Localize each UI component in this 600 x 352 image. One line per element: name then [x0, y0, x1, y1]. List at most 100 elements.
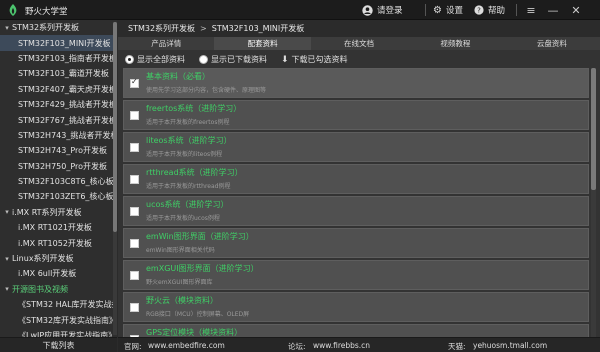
help-button[interactable]: ? 帮助	[474, 3, 505, 17]
forum-link[interactable]: www.firebbs.cn	[313, 341, 370, 350]
resource-card[interactable]: ucos系统（进阶学习） 适用于本开发板的ucos例程	[123, 196, 589, 226]
sidebar-item[interactable]: STM32H743_Pro开发板	[0, 143, 117, 158]
login-button[interactable]: 请登录	[362, 3, 403, 17]
tab-bar: 产品详情 配套资料 在线文档 视频教程 云盘资料	[118, 37, 600, 50]
gear-icon: ⚙	[433, 4, 442, 16]
sidebar-item-label: STM32F103_MINI开发板	[18, 38, 111, 48]
sidebar-item-label: 《STM32 HAL库开发实战指南》	[18, 300, 117, 310]
breadcrumb-separator: >	[200, 24, 207, 33]
sidebar-item[interactable]: ▾ STM32系列开发板	[0, 20, 117, 35]
show-downloaded-radio[interactable]: 显示已下载资料	[199, 54, 267, 65]
status-bar: 官网: www.embedfire.com 论坛: www.firebbs.cn…	[118, 337, 600, 352]
sidebar-item[interactable]: i.MX RT1052开发板	[0, 235, 117, 250]
chevron-down-icon[interactable]: ▾	[2, 255, 12, 263]
tab[interactable]: 云盘资料	[504, 37, 600, 50]
sidebar-item-label: STM32F767_挑战者开发板	[18, 115, 117, 125]
resource-description: RGB接口（MCU）控制屏幕、OLED屏	[146, 311, 250, 318]
resource-checkbox[interactable]	[130, 111, 139, 120]
tab[interactable]: 视频教程	[407, 37, 503, 50]
resource-title: GPS定位模块（模块资料）	[146, 328, 243, 337]
resource-title: emWin图形界面（进阶学习）	[146, 232, 254, 241]
sidebar-item[interactable]: i.MX 6ull开发板	[0, 266, 117, 281]
resource-card[interactable]: GPS定位模块（模块资料）	[123, 324, 589, 337]
radio-selected-icon	[125, 55, 134, 64]
resource-checkbox[interactable]	[130, 207, 139, 216]
resource-card[interactable]: liteos系统（进阶学习） 适用于本开发板的liteos例程	[123, 132, 589, 162]
sidebar-item-label: STM32F429_挑战者开发板	[18, 100, 117, 110]
resource-checkbox[interactable]	[130, 77, 139, 88]
sidebar-item-label: STM32H750_Pro开发板	[18, 161, 108, 171]
sidebar-item-label: STM32F103_霸道开发板	[18, 69, 109, 79]
sidebar-tree: ▾ STM32系列开发板 STM32F103_MINI开发板 STM32F103_指南…	[0, 20, 117, 337]
sidebar-item-label: STM32H743_Pro开发板	[18, 146, 108, 156]
resource-card[interactable]: emXGUI图形界面（进阶学习） 野火emXGUI图形界面库	[123, 260, 589, 290]
sidebar-item-label: STM32F103_指南者开发板	[18, 53, 117, 63]
sidebar-item[interactable]: STM32F103_霸道开发板	[0, 66, 117, 81]
menu-icon[interactable]: ≡	[523, 2, 539, 18]
resource-checkbox[interactable]	[130, 303, 139, 312]
tmall-label: 天猫:	[448, 342, 466, 351]
sidebar-item[interactable]: i.MX RT1021开发板	[0, 220, 117, 235]
resource-card[interactable]: freertos系统（进阶学习） 适用于本开发板的freertos例程	[123, 100, 589, 130]
sidebar-item[interactable]: 《LwIP应用开发实战指南》	[0, 328, 117, 337]
radio-icon	[199, 55, 208, 64]
resource-description: 使用先学习这部分内容，包含硬件、原理图等	[146, 87, 267, 94]
resource-checkbox[interactable]	[130, 143, 139, 152]
resource-card[interactable]: rtthread系统（进阶学习） 适用于本开发板的rtthread例程	[123, 164, 589, 194]
sidebar-item[interactable]: ▾ Linux系列开发板	[0, 251, 117, 266]
resource-description: 适用于本开发板的ucos例程	[146, 215, 220, 222]
sidebar-item[interactable]: STM32F767_挑战者开发板	[0, 112, 117, 127]
sidebar-item-label: STM32F103C8T6_核心板	[18, 177, 114, 187]
list-scrollbar[interactable]	[591, 68, 596, 337]
tab[interactable]: 产品详情	[118, 37, 214, 50]
tab[interactable]: 配套资料	[214, 37, 311, 50]
sidebar-scrollbar[interactable]	[113, 22, 117, 335]
sidebar-item-label: i.MX RT1052开发板	[18, 238, 92, 248]
sidebar-item[interactable]: STM32H750_Pro开发板	[0, 159, 117, 174]
minimize-icon[interactable]: —	[545, 2, 561, 18]
app-title: 野火大学堂	[25, 7, 68, 17]
resource-title: ucos系统（进阶学习）	[146, 200, 229, 209]
tab[interactable]: 在线文档	[311, 37, 407, 50]
main-panel: STM32系列开发板 > STM32F103_MINI开发板 产品详情 配套资料在…	[118, 20, 600, 337]
sidebar-item[interactable]: STM32F103_指南者开发板	[0, 51, 117, 66]
breadcrumb-series[interactable]: STM32系列开发板	[128, 23, 195, 34]
resource-checkbox[interactable]	[130, 271, 139, 280]
resource-card[interactable]: 野火云（模块资料） RGB接口（MCU）控制屏幕、OLED屏	[123, 292, 589, 322]
sidebar-item[interactable]: 《STM32 HAL库开发实战指南》	[0, 297, 117, 312]
titlebar-divider	[516, 4, 517, 16]
download-icon: ⬇	[281, 54, 289, 65]
download-list-button[interactable]: 下载列表	[0, 337, 117, 352]
filter-bar: 显示全部资料 显示已下载资料 ⬇ 下载已勾选资料	[118, 51, 600, 68]
chevron-down-icon[interactable]: ▾	[2, 285, 12, 293]
chevron-down-icon[interactable]: ▾	[2, 208, 12, 216]
show-all-radio[interactable]: 显示全部资料	[125, 54, 185, 65]
title-bar: 野火大学堂 请登录 ⚙ 设置 ? 帮助 ≡ — ✕	[0, 0, 600, 20]
resource-card[interactable]: emWin图形界面（进阶学习） emWin图形界面相关代码	[123, 228, 589, 258]
sidebar-item[interactable]: STM32F103C8T6_核心板	[0, 174, 117, 189]
chevron-down-icon[interactable]: ▾	[2, 24, 12, 32]
download-selected-button[interactable]: ⬇ 下载已勾选资料	[281, 54, 348, 65]
list-scroll-thumb[interactable]	[591, 68, 596, 190]
resource-title: liteos系统（进阶学习）	[146, 136, 232, 145]
sidebar-item[interactable]: STM32F429_挑战者开发板	[0, 97, 117, 112]
close-icon[interactable]: ✕	[568, 2, 584, 18]
resource-title: rtthread系统（进阶学习）	[146, 168, 243, 177]
svg-text:?: ?	[477, 7, 481, 15]
sidebar-item[interactable]: ▾ 开源图书及视频	[0, 282, 117, 297]
tmall-link[interactable]: yehuosm.tmall.com	[473, 341, 547, 350]
breadcrumb-board[interactable]: STM32F103_MINI开发板	[212, 23, 305, 34]
resource-card[interactable]: 基本资料（必看） 使用先学习这部分内容，包含硬件、原理图等	[123, 68, 589, 98]
website-link[interactable]: www.embedfire.com	[148, 341, 225, 350]
sidebar-item[interactable]: ▾ i.MX RT系列开发板	[0, 205, 117, 220]
settings-button[interactable]: ⚙ 设置	[433, 3, 463, 17]
sidebar-item[interactable]: STM32H743_挑战者开发板	[0, 128, 117, 143]
sidebar-scroll-thumb[interactable]	[113, 22, 117, 232]
sidebar-item[interactable]: STM32F103ZET6_核心板	[0, 189, 117, 204]
sidebar-item[interactable]: STM32F103_MINI开发板	[0, 35, 117, 51]
breadcrumb: STM32系列开发板 > STM32F103_MINI开发板	[118, 20, 600, 37]
sidebar-item[interactable]: STM32F407_霸天虎开发板	[0, 82, 117, 97]
resource-checkbox[interactable]	[130, 239, 139, 248]
sidebar-item[interactable]: 《STM32库开发实战指南》	[0, 312, 117, 327]
resource-checkbox[interactable]	[130, 175, 139, 184]
